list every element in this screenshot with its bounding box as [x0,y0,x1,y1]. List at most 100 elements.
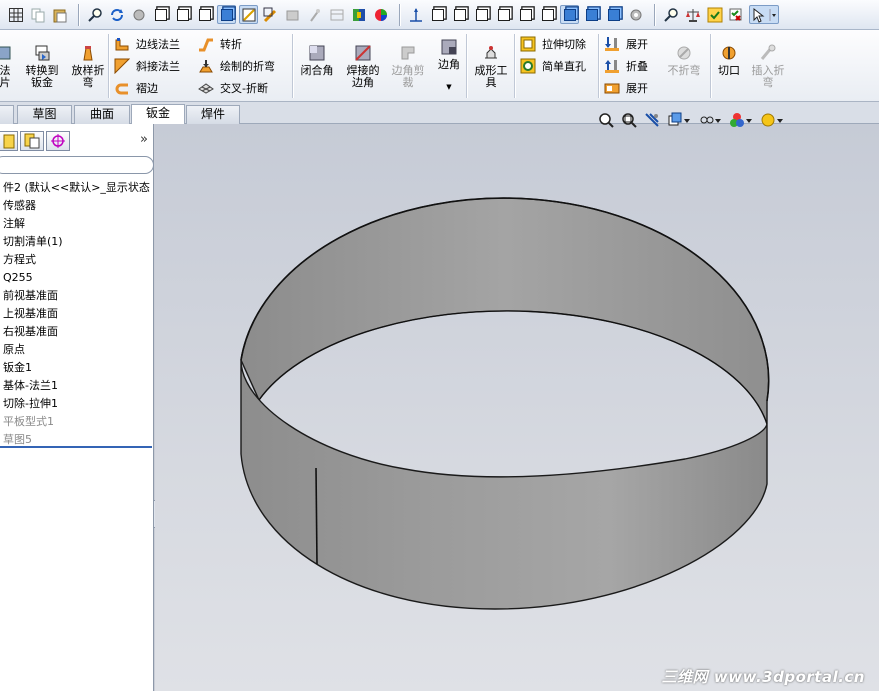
hem-button[interactable]: 褶边 [114,78,158,98]
triad-icon[interactable] [406,5,425,24]
feature-tree-item[interactable]: 传感器 [0,197,154,215]
tab-weldments[interactable]: 焊件 [186,105,240,124]
jog-button[interactable]: 转折 [198,34,242,54]
eval-icon[interactable] [727,5,746,24]
view-right-icon[interactable] [494,5,513,24]
appearance-icon[interactable] [305,5,324,24]
feature-tree-item[interactable]: 件2 (默认<<默认>_显示状态 [0,179,154,197]
lofted-bend-icon [79,44,97,62]
feature-tree-item[interactable]: Q255 [0,269,154,287]
feature-tree-filter[interactable] [0,156,154,174]
copy-icon[interactable] [28,5,47,24]
corner-trim-button[interactable]: 边角剪 裁 [386,44,430,89]
forming-tool-button[interactable]: 成形工 具 [470,44,512,89]
simple-hole-button[interactable]: 简单直孔 [520,56,586,76]
view-trimetric-icon[interactable] [582,5,601,24]
feature-tree-item[interactable]: 基体-法兰1 [0,377,154,395]
paste-icon[interactable] [50,5,69,24]
select-icon[interactable] [749,5,779,24]
button-label: 闭合角 [300,64,334,77]
configuration-manager-tab[interactable] [20,131,44,151]
feature-tree-item[interactable]: 原点 [0,341,154,359]
section-view-icon[interactable] [239,5,258,24]
model-icon[interactable] [129,5,148,24]
extruded-cut-button[interactable]: 拉伸切除 [520,34,586,54]
feature-tree-item[interactable]: 注解 [0,215,154,233]
view-bottom-icon[interactable] [538,5,557,24]
view-front-icon[interactable] [428,5,447,24]
measure-icon[interactable] [661,5,680,24]
flange-partial-button[interactable]: 法 片 [0,44,13,89]
edge-flange-button[interactable]: 边线法兰 [114,34,180,54]
feature-tree-item[interactable]: 钣金1 [0,359,154,377]
cube-hidden-icon[interactable] [173,5,192,24]
miter-flange-button[interactable]: 斜接法兰 [114,56,180,76]
view-top-icon[interactable] [516,5,535,24]
scene-icon[interactable] [349,5,368,24]
feature-tree-item[interactable]: 上视基准面 [0,305,154,323]
grid-icon[interactable] [6,5,25,24]
button-label: 简单直孔 [542,60,586,73]
feature-tree-item[interactable]: 切割清单(1) [0,233,154,251]
rotate-icon[interactable] [107,5,126,24]
fold-button[interactable]: 折叠 [604,56,648,76]
edit-appearance-icon[interactable] [728,111,754,129]
display-icon[interactable] [283,5,302,24]
view-dimetric-icon[interactable] [604,5,623,24]
apply-scene-icon[interactable] [759,111,785,129]
button-label: 法 片 [0,64,11,89]
tab-partial[interactable] [0,105,14,124]
sheet-metal-cylinder-model[interactable] [155,124,879,691]
curvature-icon[interactable] [261,5,280,24]
view-orientation-icon[interactable] [666,111,692,129]
no-bends-button[interactable]: 不折弯 [664,44,704,77]
property-manager-tab[interactable] [0,131,18,151]
rip-button[interactable]: 切口 [714,44,744,77]
feature-tree-item[interactable]: 平板型式1 [0,413,154,431]
feature-tree-item[interactable]: 前视基准面 [0,287,154,305]
check-icon[interactable] [705,5,724,24]
convert-to-sheet-metal-button[interactable]: 转换到 钣金 [20,44,64,89]
sketched-bend-button[interactable]: 绘制的折弯 [198,56,275,76]
lofted-bend-button[interactable]: 放样折 弯 [66,44,110,89]
flatten-button[interactable]: 展开 [604,78,648,98]
rebuild-icon[interactable] [327,5,346,24]
cross-break-button[interactable]: 交叉-折断 [198,78,268,98]
tab-sheet-metal[interactable]: 钣金 [131,104,185,124]
button-label: 边角剪 裁 [391,64,425,89]
cube-wire-icon[interactable] [151,5,170,24]
tab-sketch[interactable]: 草图 [17,105,72,124]
button-label: 交叉-折断 [220,82,268,95]
zoom-fit-icon[interactable] [85,5,104,24]
view-left-icon[interactable] [472,5,491,24]
button-label: 边角 [438,58,460,71]
zoom-to-fit-icon[interactable] [597,111,615,129]
feature-tree-item[interactable]: 右视基准面 [0,323,154,341]
zoom-to-area-icon[interactable] [620,111,638,129]
cube-edges-icon[interactable] [217,5,236,24]
corner-button[interactable]: 边角 ▼ [434,38,464,93]
dimxpert-manager-tab[interactable] [46,131,70,151]
welded-corner-button[interactable]: 焊接的 边角 [342,44,384,89]
cube-shaded-icon[interactable] [195,5,214,24]
mass-props-icon[interactable] [683,5,702,24]
tab-surface[interactable]: 曲面 [74,105,130,124]
feature-tree-item[interactable]: 切除-拉伸1 [0,395,154,413]
insert-bends-button[interactable]: 插入折 弯 [748,44,788,89]
panel-expand-icon[interactable]: » [140,132,148,147]
convert-to-sheet-metal-icon [33,44,51,62]
rollback-bar[interactable] [0,446,152,448]
unfold-button[interactable]: 展开 [604,34,648,54]
closed-corner-button[interactable]: 闭合角 [298,44,336,77]
settings-icon[interactable] [626,5,645,24]
dropdown-icon[interactable]: ▼ [446,81,451,93]
button-label: 斜接法兰 [136,60,180,73]
previous-view-icon[interactable] [643,111,661,129]
hide-show-items-icon[interactable] [697,111,723,129]
feature-tree-item[interactable]: 方程式 [0,251,154,269]
view-iso-icon[interactable] [560,5,579,24]
graphics-area[interactable] [155,124,879,691]
color-wheel-icon[interactable] [371,5,390,24]
view-back-icon[interactable] [450,5,469,24]
button-label: 褶边 [136,82,158,95]
